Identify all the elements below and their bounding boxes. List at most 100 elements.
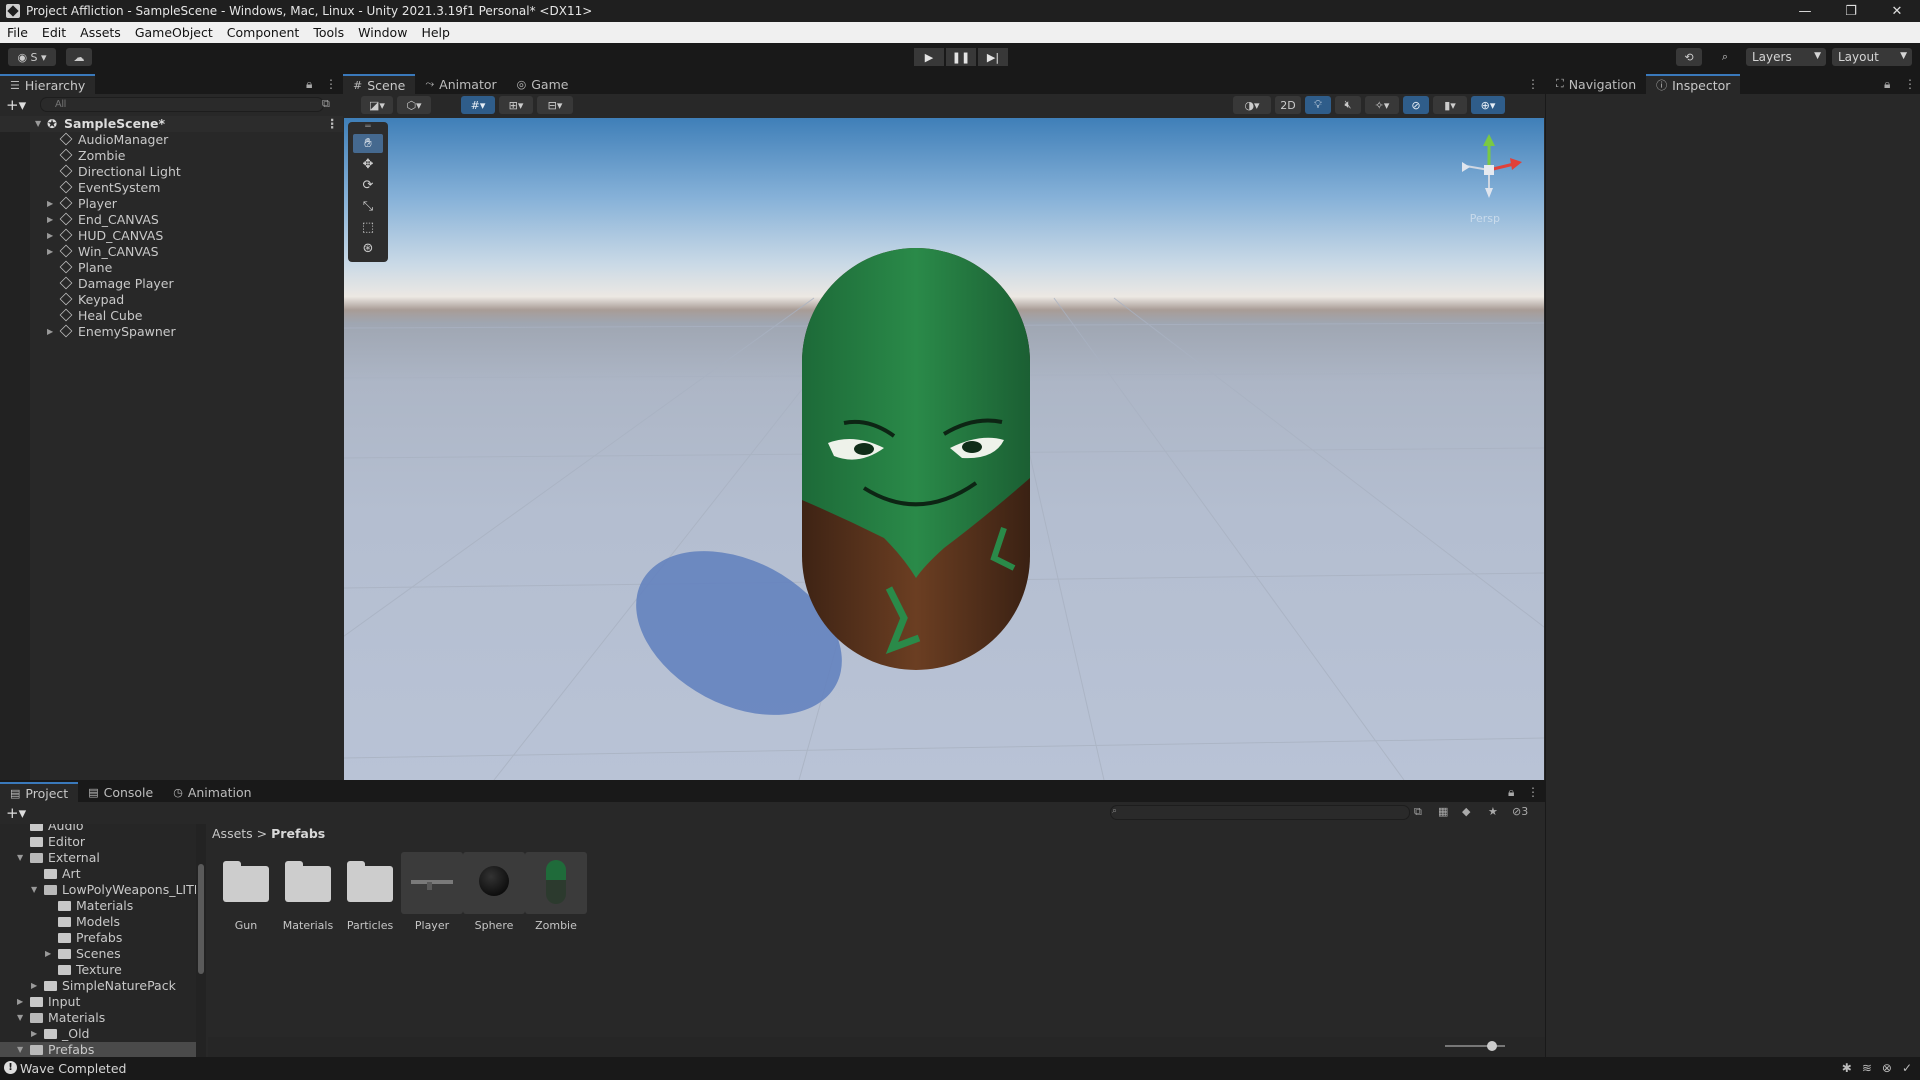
restore-button[interactable]: ❐ (1828, 0, 1874, 22)
chevron-right-icon[interactable]: ▶ (47, 196, 53, 212)
asset-item[interactable]: Zombie (524, 852, 588, 932)
hierarchy-item[interactable]: Heal Cube (0, 308, 343, 324)
increment-snap-dropdown[interactable]: ⊟▾ (537, 96, 573, 114)
hand-tool-icon[interactable]: ✋︎ (353, 134, 383, 153)
asset-item[interactable]: Particles (338, 852, 402, 932)
tab-hierarchy[interactable]: ☰ Hierarchy (0, 74, 96, 94)
step-button[interactable]: ▶| (978, 48, 1008, 66)
search-scope-icon[interactable]: ⧉ (322, 97, 330, 111)
project-folder-item[interactable]: Prefabs (0, 930, 200, 946)
menu-edit[interactable]: Edit (35, 25, 73, 40)
kebab-menu-icon[interactable]: ⋮ (326, 116, 339, 132)
scene-row[interactable]: ▼ ✪ SampleScene* ⋮ (0, 116, 343, 132)
lighting-status-icon[interactable]: ≋ (1862, 1061, 1872, 1075)
create-asset-button[interactable]: +▾ (6, 804, 26, 822)
kebab-menu-icon[interactable]: ⋮ (1527, 77, 1539, 91)
visibility-toggle[interactable]: ⊘ (1403, 96, 1429, 114)
hierarchy-item[interactable]: ▶ HUD_CANVAS (0, 228, 343, 244)
project-folder-item[interactable]: Materials (0, 898, 200, 914)
project-folder-item[interactable]: ▶ _Old (0, 1026, 200, 1042)
tab-console[interactable]: ▤ Console (78, 782, 163, 802)
hidden-packages-button[interactable]: ⊘3 (1512, 805, 1528, 818)
scale-tool-icon[interactable]: ⤡ (353, 197, 383, 216)
bug-icon[interactable]: ✱ (1842, 1061, 1852, 1075)
menu-assets[interactable]: Assets (73, 25, 128, 40)
hierarchy-item[interactable]: Damage Player (0, 276, 343, 292)
hierarchy-item[interactable]: Zombie (0, 148, 343, 164)
drag-handle-icon[interactable]: ═ (353, 123, 383, 132)
project-folder-item[interactable]: ▶ Input (0, 994, 200, 1010)
slider-knob[interactable] (1487, 1041, 1497, 1051)
rect-tool-icon[interactable]: ⬚ (353, 218, 383, 237)
orientation-gizmo[interactable] (1454, 128, 1524, 218)
icon-size-slider[interactable] (1445, 1041, 1505, 1051)
tab-navigation[interactable]: ⛶ Navigation (1546, 74, 1646, 94)
play-button[interactable]: ▶ (914, 48, 944, 66)
mode-2d-toggle[interactable]: 2D (1275, 96, 1301, 114)
chevron-right-icon[interactable]: ▶ (47, 244, 53, 260)
add-object-button[interactable]: +▾ (6, 96, 26, 114)
scrollbar-thumb[interactable] (198, 864, 204, 974)
chevron-down-icon[interactable]: ▼ (17, 850, 23, 866)
rotate-tool-icon[interactable]: ⟳ (353, 176, 383, 195)
perspective-label[interactable]: Persp (1470, 212, 1500, 225)
chevron-right-icon[interactable]: ▶ (31, 978, 37, 994)
project-folder-item[interactable]: Art (0, 866, 200, 882)
search-scope-icon[interactable]: ⧉ (1414, 805, 1422, 819)
menu-help[interactable]: Help (414, 25, 457, 40)
asset-item[interactable]: Sphere (462, 852, 526, 932)
chevron-down-icon[interactable]: ▼ (35, 116, 41, 132)
favorite-star-icon[interactable]: ★ (1488, 805, 1498, 818)
tab-inspector[interactable]: ⓘ Inspector (1646, 74, 1741, 94)
lighting-toggle[interactable]: 💡︎ (1305, 96, 1331, 114)
hierarchy-item[interactable]: ▶ EnemySpawner (0, 324, 343, 340)
render-mode-dropdown[interactable]: ◑▾ (1233, 96, 1271, 114)
tab-project[interactable]: ▤ Project (0, 782, 79, 802)
hierarchy-item[interactable]: EventSystem (0, 180, 343, 196)
menu-tools[interactable]: Tools (306, 25, 351, 40)
pause-button[interactable]: ❚❚ (946, 48, 976, 66)
audio-toggle[interactable]: 🔇︎ (1335, 96, 1361, 114)
close-button[interactable]: ✕ (1874, 0, 1920, 22)
menu-window[interactable]: Window (351, 25, 414, 40)
transform-tool-icon[interactable]: ⊛ (353, 239, 383, 258)
draw-mode-dropdown[interactable]: ◪▾ (361, 96, 393, 114)
hierarchy-item[interactable]: ▶ End_CANVAS (0, 212, 343, 228)
label-tag-icon[interactable]: ◆ (1462, 805, 1470, 818)
asset-item[interactable]: Gun (214, 852, 278, 932)
gizmos-dropdown[interactable]: ⊕▾ (1471, 96, 1505, 114)
history-button[interactable]: ⟲ (1676, 48, 1702, 66)
network-icon[interactable]: ⊗ (1882, 1061, 1892, 1075)
tab-game[interactable]: ◎ Game (507, 74, 579, 94)
breadcrumb-current[interactable]: Prefabs (271, 826, 325, 841)
tab-animator[interactable]: ⤳ Animator (415, 74, 506, 94)
project-folder-item[interactable]: ▼ LowPolyWeapons_LITE (0, 882, 200, 898)
hierarchy-search-input[interactable] (40, 97, 324, 112)
grid-snap-dropdown[interactable]: ⊞▾ (499, 96, 533, 114)
breadcrumb-root[interactable]: Assets (212, 826, 253, 841)
pivot-toggle[interactable]: #▾ (461, 96, 495, 114)
kebab-menu-icon[interactable]: ⋮ (1527, 785, 1539, 799)
effects-dropdown[interactable]: ✧▾ (1365, 96, 1399, 114)
cloud-button[interactable]: ☁ (66, 48, 92, 66)
project-folder-item[interactable]: ▶ SimpleNaturePack (0, 978, 200, 994)
scene-viewport[interactable]: ═ ✋︎ ✥ ⟳ ⤡ ⬚ ⊛ Persp (344, 118, 1544, 780)
tab-scene[interactable]: # Scene (343, 74, 416, 94)
hierarchy-item[interactable]: Directional Light (0, 164, 343, 180)
project-folder-item[interactable]: Audio (0, 824, 200, 834)
hierarchy-item[interactable]: ▶ Player (0, 196, 343, 212)
search-button[interactable]: ⌕ (1712, 48, 1738, 66)
chevron-down-icon[interactable]: ▼ (17, 1042, 23, 1057)
minimize-button[interactable]: — (1782, 0, 1828, 22)
project-search-input[interactable] (1110, 805, 1410, 820)
hierarchy-item[interactable]: Keypad (0, 292, 343, 308)
chevron-down-icon[interactable]: ▼ (31, 882, 37, 898)
hierarchy-item[interactable]: AudioManager (0, 132, 343, 148)
project-folder-item[interactable]: Texture (0, 962, 200, 978)
project-tree-scrollbar[interactable] (196, 824, 206, 1057)
project-folder-item[interactable]: ▼ Materials (0, 1010, 200, 1026)
chevron-right-icon[interactable]: ▶ (31, 1026, 37, 1042)
project-folder-item[interactable]: ▼ External (0, 850, 200, 866)
lock-icon[interactable]: 🔒︎ (1884, 77, 1890, 92)
account-dropdown[interactable]: ◉ S ▾ (8, 48, 56, 66)
